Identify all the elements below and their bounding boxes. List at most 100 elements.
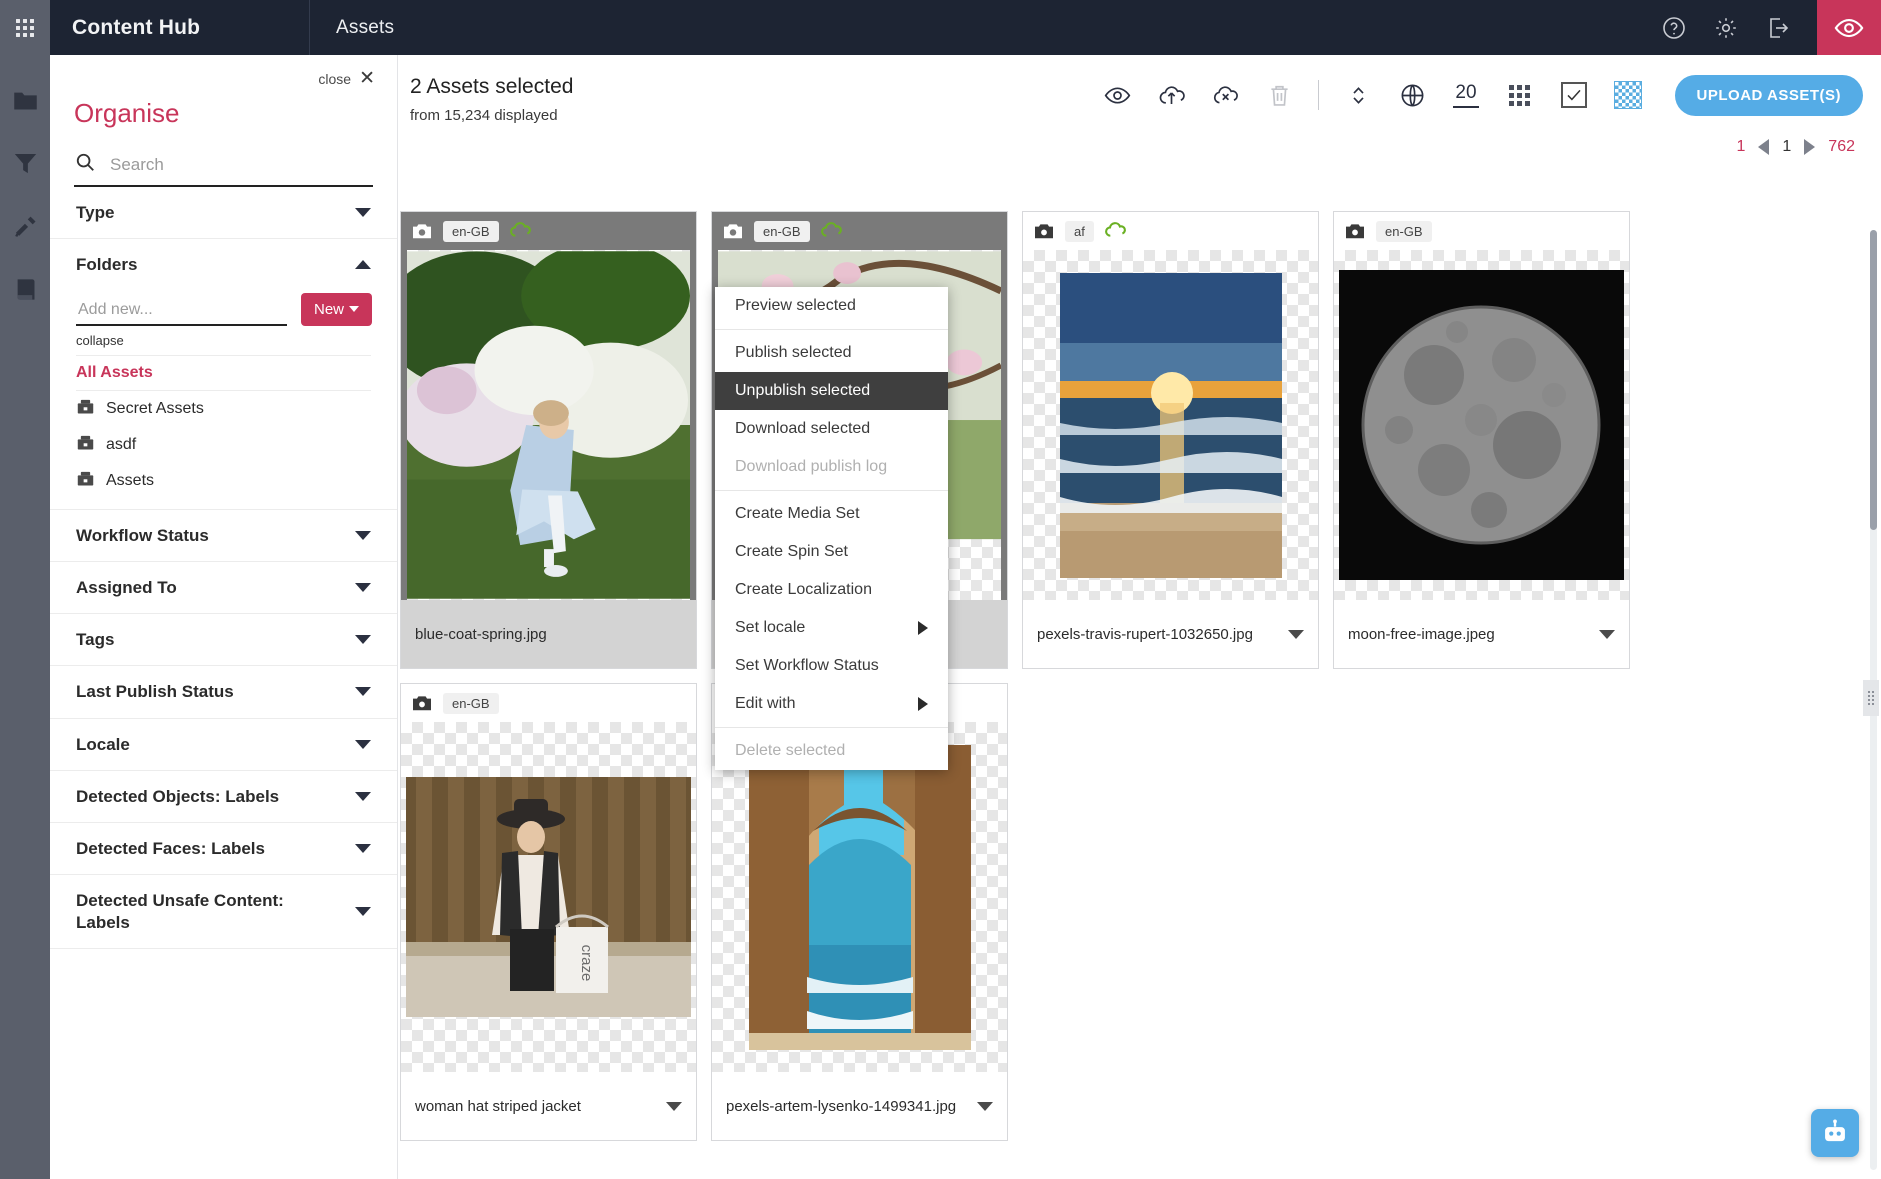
asset-card-header: af [1023,212,1318,250]
chevron-down-icon[interactable] [666,1101,682,1111]
asset-thumbnail[interactable] [1023,250,1318,600]
context-menu-item-publish-selected[interactable]: Publish selected [715,334,948,372]
context-menu-item-create-spin-set[interactable]: Create Spin Set [715,533,948,571]
preview-selected-button[interactable] [1090,73,1144,117]
facet-detected-faces-header[interactable]: Detected Faces: Labels [50,823,397,874]
apps-grid-icon [16,18,34,37]
asset-thumbnail[interactable] [401,250,696,600]
context-menu-item-preview-selected[interactable]: Preview selected [715,287,948,325]
asset-card-header: en-GB [712,212,1007,250]
main-header: 2 Assets selected from 15,234 displayed [398,55,1881,124]
toolbar-divider [1318,80,1320,110]
facet-last-publish-status-header[interactable]: Last Publish Status [50,666,397,717]
asset-thumbnail[interactable] [712,722,1007,1072]
preview-mode-button[interactable] [1817,0,1881,55]
grid-view-button[interactable] [1493,73,1547,117]
delete-selected-button [1252,73,1306,117]
left-rail [0,55,50,1179]
context-menu-item-create-localization[interactable]: Create Localization [715,571,948,609]
asset-card[interactable]: en-GB [1333,211,1630,669]
camera-icon [1033,222,1055,240]
asset-grid: en-GB blue-coat-spring.jpg en-GB af pexe… [400,211,1881,1141]
asset-image-rock-arch-sea [748,744,971,1050]
context-menu-item-unpublish-selected[interactable]: Unpublish selected [715,372,948,410]
search-input[interactable] [108,153,373,176]
context-menu-item-download-selected[interactable]: Download selected [715,410,948,448]
book-icon[interactable] [10,274,40,304]
context-menu-item-edit-with[interactable]: Edit with [715,685,948,723]
asset-card-footer: blue-coat-spring.jpg [401,600,696,668]
unpublish-selected-button[interactable] [1198,73,1252,117]
folder-item-asdf[interactable]: asdf [76,427,371,463]
scrollbar-thumb[interactable] [1870,230,1877,530]
add-folder-input[interactable] [76,299,287,326]
apps-menu-button[interactable] [0,0,50,55]
logout-icon[interactable] [1765,15,1791,41]
page-last[interactable]: 762 [1828,138,1855,156]
close-x-icon[interactable]: ✕ [359,69,375,88]
asset-card[interactable]: en-GB [400,211,697,669]
help-circle-icon[interactable] [1661,15,1687,41]
facet-type-label: Type [76,203,115,222]
facet-workflow-status-header[interactable]: Workflow Status [50,510,397,561]
chevron-down-icon[interactable] [977,1101,993,1111]
facet-last-publish-status-label: Last Publish Status [76,682,234,702]
eye-icon [1834,18,1864,37]
facet-detected-unsafe-content-header[interactable]: Detected Unsafe Content: Labels [50,875,397,948]
globe-icon [1401,84,1424,106]
chevron-down-icon[interactable] [1288,629,1304,639]
chevron-down-icon [355,907,371,916]
page-first[interactable]: 1 [1736,138,1745,156]
facet-type-header[interactable]: Type [50,187,397,238]
checkbox-checked-icon [1560,82,1587,108]
facet-detected-objects-header[interactable]: Detected Objects: Labels [50,771,397,822]
select-all-button[interactable] [1547,73,1601,117]
folder-item-secret-assets[interactable]: Secret Assets [76,391,371,427]
transparency-toggle-button[interactable] [1601,73,1655,117]
camera-icon [411,222,433,240]
arrow-left-icon[interactable] [1758,139,1770,156]
camera-icon [722,222,744,240]
asset-thumbnail[interactable]: craze [401,722,696,1072]
locale-badge: en-GB [1376,220,1432,242]
facet-folders-header[interactable]: Folders [50,239,397,290]
chatbot-button[interactable] [1811,1109,1859,1157]
asset-card-header: en-GB [1334,212,1629,250]
upload-assets-button[interactable]: UPLOAD ASSET(S) [1674,74,1863,116]
new-folder-label: New [314,300,345,318]
context-menu-item-delete-selected: Delete selected [715,732,948,770]
chevron-down-icon[interactable] [1599,629,1615,639]
facet-assigned-to-header[interactable]: Assigned To [50,562,397,613]
asset-card[interactable]: en-GB [400,683,697,1141]
asset-image-moon [1339,270,1624,580]
chevron-down-icon [355,582,371,592]
context-menu-item-label: Unpublish selected [735,382,871,399]
context-menu-item-set-locale[interactable]: Set locale [715,609,948,647]
facet-type: Type [50,187,397,240]
context-menu-item-set-workflow-status[interactable]: Set Workflow Status [715,647,948,685]
context-menu-item-download-publish-log: Download publish log [715,448,948,486]
locale-button[interactable] [1385,73,1439,117]
publish-selected-button[interactable] [1144,73,1198,117]
folder-icon[interactable] [10,85,40,115]
filter-funnel-icon[interactable] [10,148,40,178]
gear-icon[interactable] [1713,15,1739,41]
organise-close-label[interactable]: close [318,71,351,87]
facet-tags-header[interactable]: Tags [50,614,397,665]
folder-item-assets[interactable]: Assets [76,463,371,499]
asset-image-girl-blue-coat-garden [407,251,690,599]
asset-thumbnail[interactable] [1334,250,1629,600]
arrow-right-icon[interactable] [1804,139,1816,156]
facet-locale-header[interactable]: Locale [50,719,397,770]
tools-icon[interactable] [10,211,40,241]
sort-button[interactable] [1331,73,1385,117]
page-size-selector[interactable]: 20 [1453,82,1479,108]
asset-card[interactable]: af pexels-travis-rupert-1032650.jpg [1022,211,1319,669]
new-folder-button[interactable]: New [301,292,373,326]
asset-filename: woman hat striped jacket [415,1097,581,1115]
panel-resize-handle[interactable] [1863,680,1879,716]
context-menu-item-create-media-set[interactable]: Create Media Set [715,495,948,533]
folder-all-assets[interactable]: All Assets [76,354,371,391]
collapse-link[interactable]: collapse [76,333,371,348]
